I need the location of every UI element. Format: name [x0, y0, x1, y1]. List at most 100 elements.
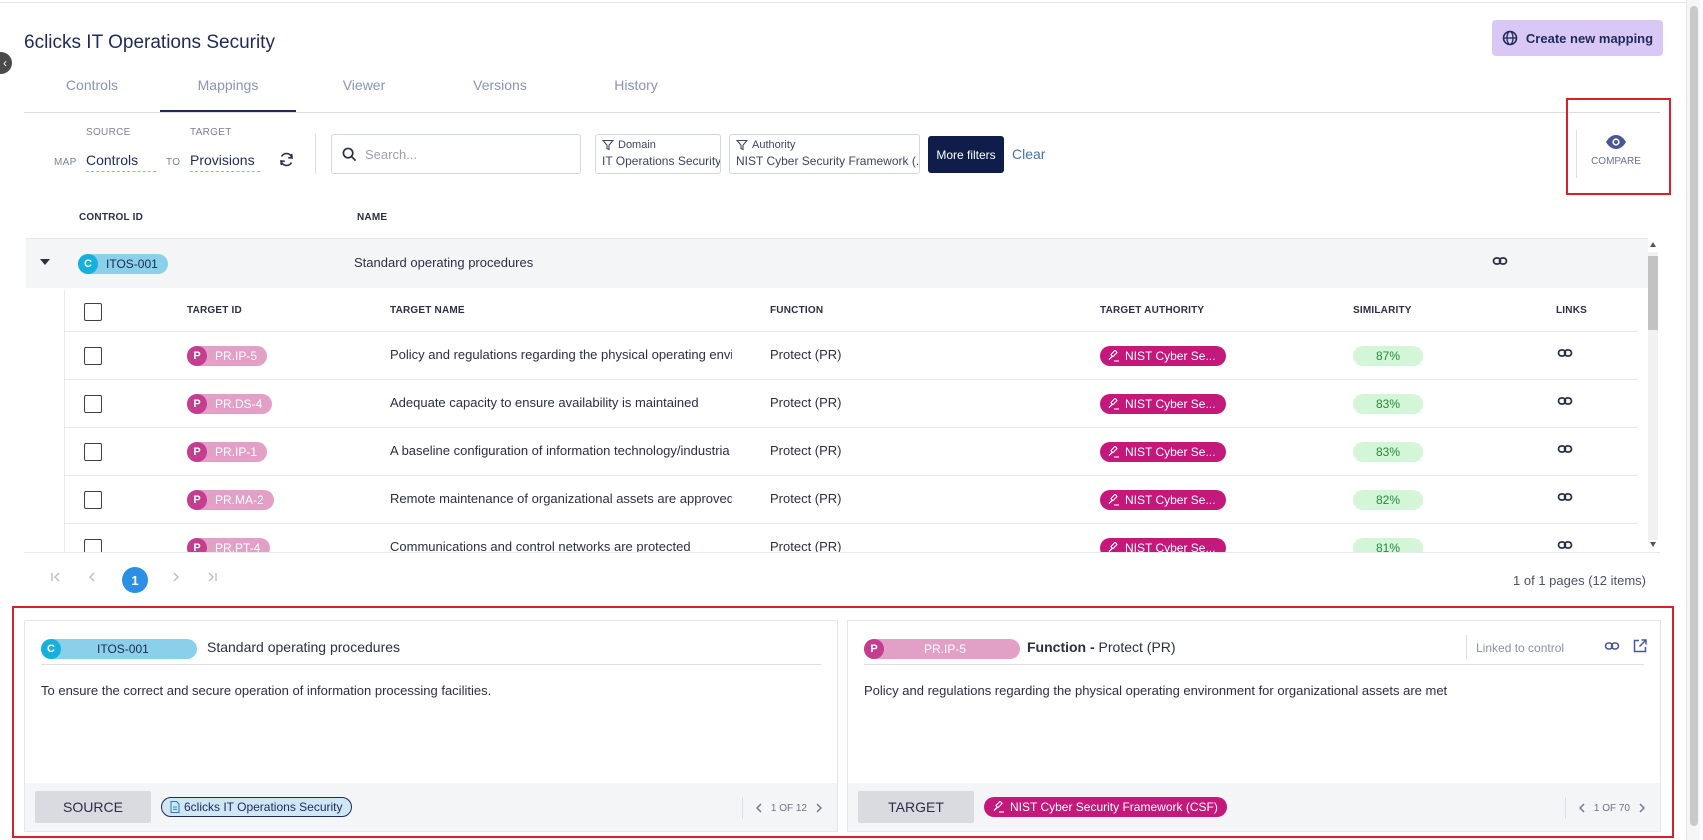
- tab-versions[interactable]: Versions: [432, 70, 568, 112]
- target-name: Policy and regulations regarding the phy…: [390, 347, 732, 362]
- control-letter: C: [78, 254, 98, 274]
- row-checkbox[interactable]: [84, 395, 102, 413]
- control-group-row[interactable]: C ITOS-001 Standard operating procedures: [26, 238, 1648, 288]
- gavel-icon: [1108, 350, 1120, 362]
- row-checkbox[interactable]: [84, 347, 102, 365]
- table-row[interactable]: P PR.DS-4 Adequate capacity to ensure ava…: [65, 380, 1638, 428]
- scroll-up-arrow[interactable]: [1650, 242, 1656, 247]
- gavel-icon: [1108, 398, 1120, 410]
- gavel-icon: [1108, 542, 1120, 552]
- tab-controls[interactable]: Controls: [24, 70, 160, 112]
- top-border: [0, 0, 1690, 3]
- similarity-badge: 83%: [1353, 394, 1423, 414]
- target-id: PR.IP-1: [215, 445, 258, 459]
- prev-page-button[interactable]: [86, 571, 98, 583]
- table-row[interactable]: P PR.MA-2 Remote maintenance of organizat…: [65, 476, 1638, 524]
- table-row[interactable]: P PR.IP-5 Policy and regulations regardin…: [65, 332, 1638, 380]
- function: Protect (PR): [770, 539, 842, 552]
- control-id: ITOS-001: [106, 257, 158, 271]
- sync-icon[interactable]: [278, 151, 295, 168]
- scroll-down-arrow[interactable]: [1650, 542, 1656, 547]
- tab-viewer[interactable]: Viewer: [296, 70, 432, 112]
- first-page-button[interactable]: [50, 571, 62, 583]
- last-page-button[interactable]: [206, 571, 218, 583]
- column-header-target-name[interactable]: TARGET NAME: [390, 305, 465, 316]
- chain-link-icon[interactable]: [1557, 441, 1573, 457]
- compare-highlight-box: [1566, 98, 1671, 195]
- page-scrollbar[interactable]: [1686, 0, 1700, 840]
- scrollbar-thumb[interactable]: [1648, 256, 1658, 330]
- authority-badge: NIST Cyber Se...: [1100, 490, 1227, 510]
- target-id-pill[interactable]: P PR.MA-2: [187, 490, 274, 510]
- authority-badge: NIST Cyber Se...: [1100, 346, 1227, 366]
- authority-name: NIST Cyber Se...: [1125, 541, 1216, 552]
- source-caption: SOURCE: [86, 127, 131, 138]
- target-name: Adequate capacity to ensure availability…: [390, 395, 699, 410]
- current-page[interactable]: 1: [122, 567, 148, 593]
- sidebar-collapse-button[interactable]: ‹: [0, 52, 12, 74]
- column-header-function[interactable]: FUNCTION: [770, 305, 823, 316]
- target-caption: TARGET: [190, 127, 232, 138]
- column-header-similarity[interactable]: SIMILARITY: [1353, 305, 1412, 316]
- column-header-target-authority[interactable]: TARGET AUTHORITY: [1100, 305, 1204, 316]
- provision-letter: P: [187, 394, 207, 414]
- target-id-pill[interactable]: P PR.IP-5: [187, 346, 268, 366]
- gavel-icon: [1108, 494, 1120, 506]
- target-name: Remote maintenance of organizational ass…: [390, 491, 732, 506]
- create-new-mapping-button[interactable]: Create new mapping: [1492, 20, 1663, 56]
- column-header-control-id[interactable]: CONTROL ID: [79, 212, 143, 223]
- search-box[interactable]: [331, 134, 581, 174]
- chain-link-icon[interactable]: [1492, 253, 1508, 269]
- table-row[interactable]: P PR.IP-1 A baseline configuration of inf…: [65, 428, 1638, 476]
- chevron-left-icon: ‹: [3, 56, 7, 70]
- row-checkbox[interactable]: [84, 539, 102, 552]
- caret-down-icon[interactable]: [40, 259, 50, 265]
- search-input[interactable]: [365, 146, 565, 162]
- provision-letter: P: [187, 442, 207, 462]
- gavel-icon: [1108, 446, 1120, 458]
- page-scrollbar-thumb[interactable]: [1690, 6, 1698, 826]
- map-caption: MAP: [54, 157, 77, 168]
- source-select[interactable]: Controls: [86, 152, 156, 172]
- column-header-target-id[interactable]: TARGET ID: [187, 305, 242, 316]
- column-header-name[interactable]: NAME: [357, 212, 387, 223]
- table-scrollbar[interactable]: [1646, 240, 1660, 552]
- function: Protect (PR): [770, 347, 842, 362]
- create-new-mapping-label: Create new mapping: [1525, 30, 1654, 46]
- provision-letter: P: [187, 538, 207, 552]
- select-all-checkbox[interactable]: [84, 303, 102, 321]
- authority-badge: NIST Cyber Se...: [1100, 442, 1227, 462]
- tab-bar: Controls Mappings Viewer Versions Histor…: [24, 70, 1660, 113]
- chain-link-icon[interactable]: [1557, 345, 1573, 361]
- tab-history[interactable]: History: [568, 70, 704, 112]
- chain-link-icon[interactable]: [1557, 393, 1573, 409]
- target-id-pill[interactable]: P PR.DS-4: [187, 394, 273, 414]
- authority-name: NIST Cyber Se...: [1125, 397, 1216, 411]
- column-header-links[interactable]: LINKS: [1556, 305, 1587, 316]
- provision-letter: P: [187, 490, 207, 510]
- clear-filters-link[interactable]: Clear: [1012, 146, 1045, 162]
- next-page-button[interactable]: [170, 571, 182, 583]
- chain-link-icon[interactable]: [1557, 537, 1573, 552]
- target-id-pill[interactable]: P PR.IP-1: [187, 442, 268, 462]
- similarity-badge: 87%: [1353, 346, 1423, 366]
- tab-mappings[interactable]: Mappings: [160, 70, 296, 112]
- more-filters-button[interactable]: More filters: [928, 136, 1004, 173]
- to-caption: TO: [166, 157, 181, 168]
- target-name: A baseline configuration of information …: [390, 443, 730, 458]
- authority-filter[interactable]: Authority NIST Cyber Security Framework …: [729, 134, 920, 174]
- funnel-icon: [602, 139, 614, 151]
- target-select[interactable]: Provisions: [190, 152, 260, 172]
- page-title: 6clicks IT Operations Security: [24, 32, 275, 53]
- chain-link-icon[interactable]: [1557, 489, 1573, 505]
- search-icon: [342, 147, 357, 162]
- target-id: PR.MA-2: [215, 493, 264, 507]
- provision-letter: P: [187, 346, 207, 366]
- mapping-table: TARGET ID TARGET NAME FUNCTION TARGET AU…: [64, 290, 1638, 552]
- row-checkbox[interactable]: [84, 491, 102, 509]
- target-id-pill[interactable]: P PR.PT-4: [187, 538, 271, 552]
- table-row[interactable]: P PR.PT-4 Communications and control netw…: [65, 524, 1638, 552]
- control-name: Standard operating procedures: [354, 255, 534, 270]
- row-checkbox[interactable]: [84, 443, 102, 461]
- domain-filter[interactable]: Domain IT Operations Security: [595, 134, 721, 174]
